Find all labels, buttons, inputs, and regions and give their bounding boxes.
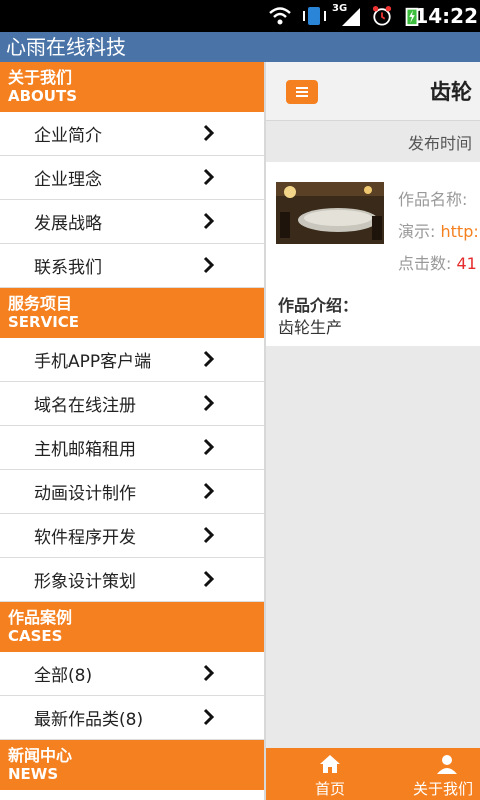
menu-item-animation-design[interactable]: 动画设计制作 xyxy=(0,470,264,514)
product-clicks-value: 41 xyxy=(456,254,477,273)
section-title: 关于我们 xyxy=(8,68,73,87)
menu-item-label: 域名在线注册 xyxy=(34,396,136,416)
status-bar: 3G 14:22 xyxy=(0,0,480,32)
menu-item-company-intro[interactable]: 企业简介 xyxy=(0,112,264,156)
product-clicks-label: 点击数: xyxy=(398,254,452,273)
menu-item-software-dev[interactable]: 软件程序开发 xyxy=(0,514,264,558)
menu-toggle-button[interactable] xyxy=(286,80,318,104)
chevron-right-icon xyxy=(203,438,215,456)
chevron-right-icon xyxy=(203,212,215,230)
section-header-abouts[interactable]: 关于我们 ABOUTS xyxy=(0,62,264,112)
publish-time-label: 发布时间 xyxy=(408,134,473,153)
main-header: 齿轮 xyxy=(266,62,480,121)
nav-home[interactable]: 首页 xyxy=(290,748,370,800)
chevron-right-icon xyxy=(203,570,215,588)
product-demo-label: 演示: xyxy=(398,222,436,241)
menu-item-company-philosophy[interactable]: 企业理念 xyxy=(0,156,264,200)
product-image xyxy=(276,182,384,244)
chevron-right-icon xyxy=(203,168,215,186)
chevron-right-icon xyxy=(203,256,215,274)
section-subtitle: CASES xyxy=(8,627,63,645)
product-name-row: 作品名称: xyxy=(398,186,467,210)
chevron-right-icon xyxy=(203,124,215,142)
menu-item-label: 联系我们 xyxy=(34,258,102,278)
nav-home-label: 首页 xyxy=(314,780,345,798)
sidebar: 关于我们 ABOUTS 企业简介 企业理念 发展战略 联系我们 服务项目 SER… xyxy=(0,62,266,800)
chevron-right-icon xyxy=(203,526,215,544)
menu-item-label: 形象设计策划 xyxy=(34,572,136,592)
chevron-right-icon xyxy=(203,350,215,368)
wifi-icon xyxy=(269,7,291,25)
section-title: 作品案例 xyxy=(8,608,73,627)
menu-item-all-cases[interactable]: 全部(8) xyxy=(0,652,264,696)
menu-item-label: 手机APP客户端 xyxy=(34,352,152,372)
page-title: 齿轮 xyxy=(430,80,472,104)
product-intro: 作品介绍： 齿轮生产 xyxy=(266,280,480,346)
product-thumbnail[interactable] xyxy=(276,182,384,244)
alarm-icon xyxy=(372,6,392,26)
product-card: 作品名称: 演示: http: 点击数: 41 xyxy=(266,162,480,286)
signal-icon xyxy=(342,8,360,26)
section-header-news[interactable]: 新闻中心 NEWS xyxy=(0,740,264,790)
menu-item-label: 主机邮箱租用 xyxy=(34,440,136,460)
menu-item-label: 企业简介 xyxy=(34,126,102,146)
section-header-cases[interactable]: 作品案例 CASES xyxy=(0,602,264,652)
menu-item-label: 动画设计制作 xyxy=(34,484,136,504)
intro-text: 齿轮生产 xyxy=(278,318,343,337)
section-header-service[interactable]: 服务项目 SERVICE xyxy=(0,288,264,338)
menu-item-label: 软件程序开发 xyxy=(34,528,136,548)
menu-item-label: 企业理念 xyxy=(34,170,102,190)
menu-item-domain-registration[interactable]: 域名在线注册 xyxy=(0,382,264,426)
app-title: 心雨在线科技 xyxy=(6,35,126,59)
menu-item-label: 发展战略 xyxy=(34,214,102,234)
chevron-right-icon xyxy=(203,664,215,682)
chevron-right-icon xyxy=(203,394,215,412)
section-subtitle: SERVICE xyxy=(8,313,80,331)
section-title: 新闻中心 xyxy=(8,746,73,765)
section-subtitle: NEWS xyxy=(8,765,59,783)
nav-about-label: 关于我们 xyxy=(412,780,473,798)
vibrate-icon xyxy=(303,7,326,25)
product-demo-row: 演示: http: xyxy=(398,218,479,242)
menu-icon-bar xyxy=(296,87,308,89)
menu-item-hosting-email[interactable]: 主机邮箱租用 xyxy=(0,426,264,470)
menu-item-brand-design[interactable]: 形象设计策划 xyxy=(0,558,264,602)
section-subtitle: ABOUTS xyxy=(8,87,78,105)
product-clicks-row: 点击数: 41 xyxy=(398,250,477,274)
product-demo-link[interactable]: http: xyxy=(441,222,479,241)
nav-about[interactable]: 关于我们 xyxy=(406,748,480,800)
menu-item-mobile-app[interactable]: 手机APP客户端 xyxy=(0,338,264,382)
clock: 14:22 xyxy=(414,4,478,28)
section-title: 服务项目 xyxy=(8,294,73,313)
menu-item-label: 全部(8) xyxy=(34,666,93,686)
chevron-right-icon xyxy=(203,482,215,500)
intro-label: 作品介绍： xyxy=(278,296,359,315)
menu-item-strategy[interactable]: 发展战略 xyxy=(0,200,264,244)
product-name-label: 作品名称: xyxy=(398,190,468,209)
home-icon xyxy=(320,755,340,773)
menu-item-label: 最新作品类(8) xyxy=(34,710,144,730)
menu-icon-bar xyxy=(296,91,308,93)
menu-item-latest-works[interactable]: 最新作品类(8) xyxy=(0,696,264,740)
app-title-bar: 心雨在线科技 xyxy=(0,32,480,62)
bottom-nav: 首页 关于我们 xyxy=(266,748,480,800)
main-panel: 齿轮 发布时间 作品名称: 演示: http: 点击数: 41 作品介绍： 齿轮… xyxy=(266,62,480,800)
menu-icon-bar xyxy=(296,95,308,97)
menu-item-contact[interactable]: 联系我们 xyxy=(0,244,264,288)
chevron-right-icon xyxy=(203,708,215,726)
user-icon xyxy=(437,755,457,774)
